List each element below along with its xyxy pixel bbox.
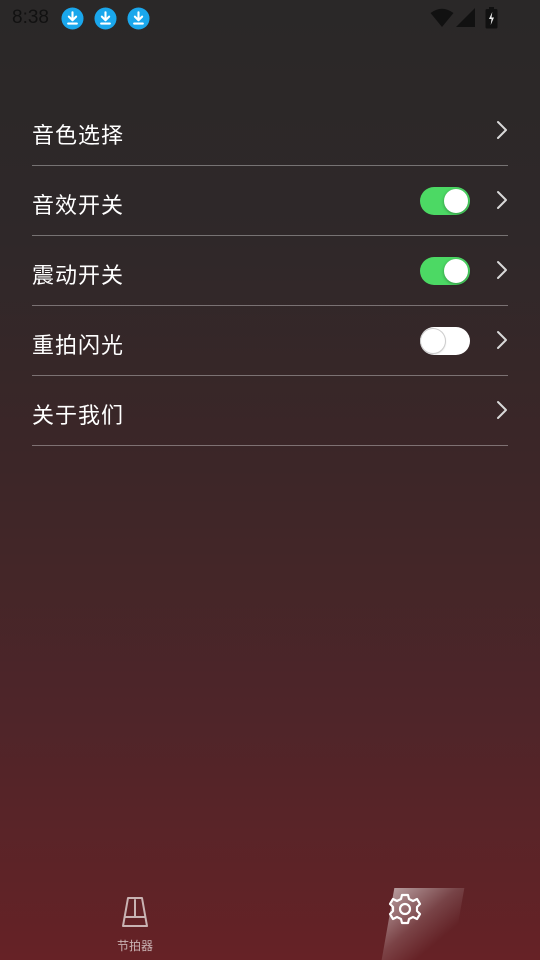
settings-row-label: 音效开关: [32, 194, 125, 219]
chevron-right-icon: [497, 401, 507, 419]
cellular-signal-icon: [456, 8, 475, 27]
toggle-knob: [444, 189, 468, 213]
status-time: 8:38: [12, 7, 49, 28]
status-bar: 8:38: [0, 0, 540, 36]
tab-settings[interactable]: [270, 870, 540, 960]
chevron-right-icon: [497, 261, 507, 279]
download-icon: [127, 7, 150, 30]
sound-effect-toggle[interactable]: [420, 187, 470, 215]
settings-row-label: 关于我们: [32, 404, 125, 429]
tab-metronome[interactable]: 节拍器: [0, 870, 270, 960]
chevron-right-icon: [497, 191, 507, 209]
toggle-knob: [421, 329, 445, 353]
settings-row-vibration[interactable]: 震动开关: [32, 236, 508, 306]
settings-row-accent-flash[interactable]: 重拍闪光: [32, 306, 508, 376]
download-icon: [61, 7, 84, 30]
download-icon: [94, 7, 117, 30]
bottom-tab-bar: 节拍器: [0, 870, 540, 960]
settings-row-about-us[interactable]: 关于我们: [32, 376, 508, 446]
settings-row-sound-effect[interactable]: 音效开关: [32, 166, 508, 236]
settings-row-timbre[interactable]: 音色选择: [32, 96, 508, 166]
vibration-toggle[interactable]: [420, 257, 470, 285]
settings-list: 音色选择 音效开关 震动开关 重拍闪光 关于我们: [32, 96, 508, 446]
battery-charging-icon: [485, 7, 498, 29]
chevron-right-icon: [497, 121, 507, 139]
gear-icon: [388, 893, 422, 925]
chevron-right-icon: [497, 331, 507, 349]
settings-row-label: 震动开关: [32, 264, 125, 289]
settings-row-label: 音色选择: [32, 124, 125, 149]
accent-flash-toggle[interactable]: [420, 327, 470, 355]
toggle-knob: [444, 259, 468, 283]
wifi-icon: [430, 8, 454, 27]
tab-label: 节拍器: [116, 939, 153, 953]
settings-row-label: 重拍闪光: [32, 334, 125, 359]
metronome-icon: [122, 897, 148, 927]
